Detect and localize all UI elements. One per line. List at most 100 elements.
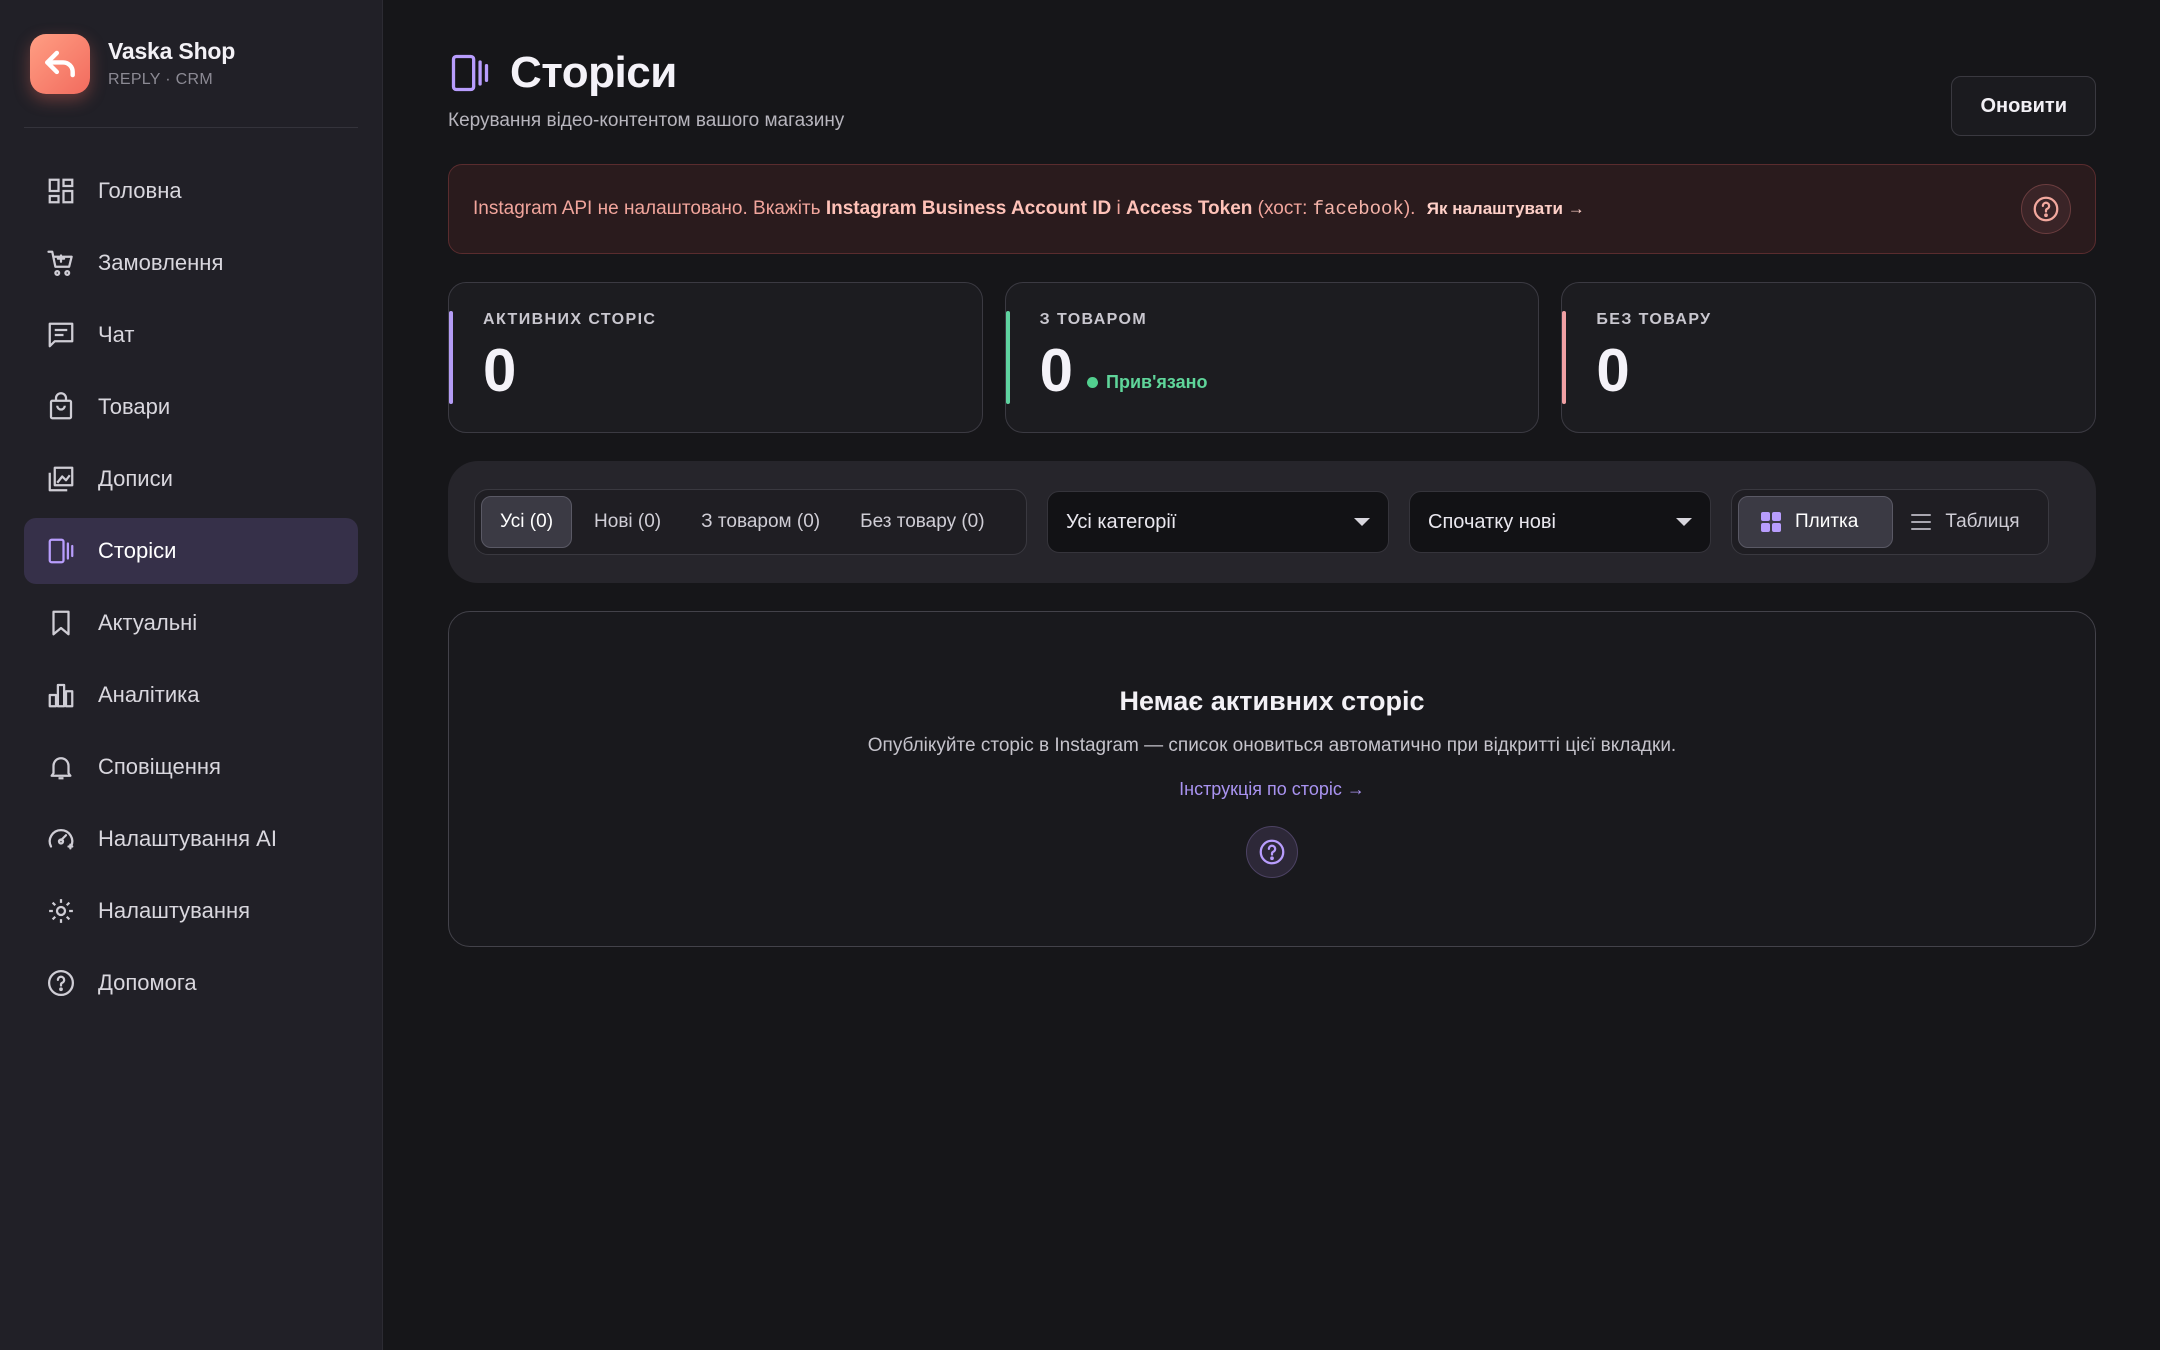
brand[interactable]: Vaska Shop REPLY · CRM xyxy=(24,0,358,128)
chevron-down-icon xyxy=(1354,518,1370,526)
sidebar-item-label: Сторіси xyxy=(98,538,177,563)
empty-state-text: Опублікуйте сторіс в Instagram — список … xyxy=(867,735,1677,756)
gear-icon xyxy=(49,899,73,923)
app: Vaska Shop REPLY · CRM Головна Замовленн… xyxy=(0,0,2160,1350)
sidebar-item-label: Налаштування xyxy=(98,898,251,923)
stat-with-product: З ТОВАРОМ 0 Прив'язано xyxy=(1004,282,1540,433)
page-header: Сторіси Керування відео-контентом вашого… xyxy=(448,48,2096,164)
sidebar-item-orders[interactable]: Замовлення xyxy=(24,230,358,296)
sidebar-item-posts[interactable]: Дописи xyxy=(24,446,358,512)
sidebar-item-help[interactable]: Допомога xyxy=(24,950,358,1016)
stats-row: АКТИВНИХ СТОРІС 0 З ТОВАРОМ 0 Прив'язано… xyxy=(448,282,2097,433)
sidebar-item-products[interactable]: Товари xyxy=(24,374,358,440)
status-dot-icon xyxy=(1087,377,1099,388)
sidebar-nav: Головна Замовлення Чат Товари Дописи Сто… xyxy=(24,158,358,1016)
stat-value: 0 xyxy=(1039,337,1074,404)
sidebar: Vaska Shop REPLY · CRM Головна Замовленн… xyxy=(0,0,383,1350)
tab-new[interactable]: Нові (0) xyxy=(576,496,679,548)
empty-state: Немає активних сторіс Опублікуйте сторіс… xyxy=(448,611,2096,947)
alert-field-access-token: Access Token xyxy=(1126,198,1253,219)
sidebar-item-notifications[interactable]: Сповіщення xyxy=(24,734,358,800)
sidebar-item-chat[interactable]: Чат xyxy=(24,302,358,368)
sidebar-item-analytics[interactable]: Аналітика xyxy=(24,662,358,728)
stat-label: АКТИВНИХ СТОРІС xyxy=(483,311,657,328)
view-tile-label: Плитка xyxy=(1795,511,1859,532)
chevron-down-icon xyxy=(1676,518,1692,526)
dashboard-icon xyxy=(48,178,74,204)
sidebar-item-label: Сповіщення xyxy=(98,754,221,779)
cart-icon xyxy=(47,250,73,276)
ai-settings-icon xyxy=(48,829,74,850)
tab-all[interactable]: Усі (0) xyxy=(481,496,573,548)
page-subtitle: Керування відео-контентом вашого магазин… xyxy=(448,110,845,131)
alert-field-account-id: Instagram Business Account ID xyxy=(825,198,1112,219)
stat-label: БЕЗ ТОВАРУ xyxy=(1596,311,1712,328)
brand-text: Vaska Shop REPLY · CRM xyxy=(108,38,235,89)
sort-select-value: Спочатку нові xyxy=(1428,510,1556,533)
reply-logo-icon xyxy=(30,33,90,94)
bookmark-icon xyxy=(52,610,70,636)
page-heading: Сторіси Керування відео-контентом вашого… xyxy=(448,48,844,132)
brand-name: Vaska Shop xyxy=(108,38,236,64)
shopping-bag-icon xyxy=(49,392,73,420)
linked-badge-label: Прив'язано xyxy=(1106,372,1208,392)
alert-text-end: ). xyxy=(1403,198,1416,219)
bell-icon xyxy=(50,757,72,780)
view-tile-button[interactable]: Плитка xyxy=(1738,496,1894,548)
alert-message: Instagram API не налаштовано. Вкажіть In… xyxy=(473,198,1585,220)
stories-icon xyxy=(48,538,74,564)
stat-value-row: 0 Прив'язано xyxy=(1040,341,1505,401)
alert-help-button[interactable] xyxy=(2021,184,2071,234)
tab-with-product[interactable]: З товаром (0) xyxy=(683,496,838,548)
chat-icon xyxy=(48,322,74,348)
alert-host-value: facebook xyxy=(1312,198,1404,220)
stat-value: 0 xyxy=(483,337,517,404)
grid-icon xyxy=(1761,512,1781,532)
title-row: Сторіси xyxy=(448,48,844,98)
setup-link[interactable]: Як налаштувати → xyxy=(1427,199,1585,218)
stat-value: 0 xyxy=(1596,337,1630,404)
sidebar-item-settings[interactable]: Налаштування xyxy=(24,878,358,944)
sort-select[interactable]: Спочатку нові xyxy=(1409,491,1711,553)
view-table-button[interactable]: Таблиця xyxy=(1897,496,2041,548)
gallery-icon xyxy=(48,466,74,492)
brand-subtitle: REPLY · CRM xyxy=(108,71,213,88)
help-icon xyxy=(48,970,74,996)
main-content: Сторіси Керування відео-контентом вашого… xyxy=(383,0,2160,1350)
sidebar-item-label: Головна xyxy=(98,178,182,203)
help-icon xyxy=(2033,196,2059,222)
alert-text-host: (хост: xyxy=(1252,198,1313,219)
sidebar-item-label: Дописи xyxy=(98,466,173,491)
stat-label: З ТОВАРОМ xyxy=(1039,311,1148,328)
sidebar-item-home[interactable]: Головна xyxy=(24,158,358,224)
stat-without-product: БЕЗ ТОВАРУ 0 xyxy=(1561,282,2097,433)
refresh-button[interactable]: Оновити xyxy=(1951,76,2096,136)
sidebar-item-label: Замовлення xyxy=(98,250,224,275)
sidebar-item-label: Допомога xyxy=(98,970,197,995)
status-filter-tabs: Усі (0) Нові (0) З товаром (0) Без товар… xyxy=(474,489,1027,555)
category-select[interactable]: Усі категорії xyxy=(1047,491,1389,553)
page-title: Сторіси xyxy=(510,48,677,97)
empty-state-title: Немає активних сторіс xyxy=(1119,686,1425,716)
view-toggle: Плитка Таблиця xyxy=(1731,489,2049,555)
alert-text: Instagram API не налаштовано. Вкажіть xyxy=(473,198,826,219)
sidebar-item-ai-settings[interactable]: Налаштування AI xyxy=(24,806,358,872)
tab-without-product[interactable]: Без товару (0) xyxy=(842,496,1002,548)
linked-badge: Прив'язано xyxy=(1087,372,1207,393)
sidebar-item-label: Товари xyxy=(98,394,171,419)
filter-toolbar: Усі (0) Нові (0) З товаром (0) Без товар… xyxy=(448,461,2096,583)
stories-guide-link[interactable]: Інструкція по сторіс → xyxy=(1179,779,1365,800)
stat-active-stories: АКТИВНИХ СТОРІС 0 xyxy=(448,282,983,433)
list-icon xyxy=(1911,514,1932,530)
sidebar-item-label: Налаштування AI xyxy=(98,826,277,851)
category-select-value: Усі категорії xyxy=(1066,510,1177,533)
sidebar-item-highlights[interactable]: Актуальні xyxy=(24,590,358,656)
empty-help-button[interactable] xyxy=(1246,826,1298,878)
sidebar-item-label: Чат xyxy=(98,322,135,347)
stories-icon xyxy=(451,54,489,92)
instagram-api-alert: Instagram API не налаштовано. Вкажіть In… xyxy=(448,164,2096,254)
sidebar-item-label: Актуальні xyxy=(98,610,198,635)
sidebar-item-stories[interactable]: Сторіси xyxy=(24,518,358,584)
stat-value-row: 0 xyxy=(1596,341,2061,401)
bar-chart-icon xyxy=(48,683,74,708)
